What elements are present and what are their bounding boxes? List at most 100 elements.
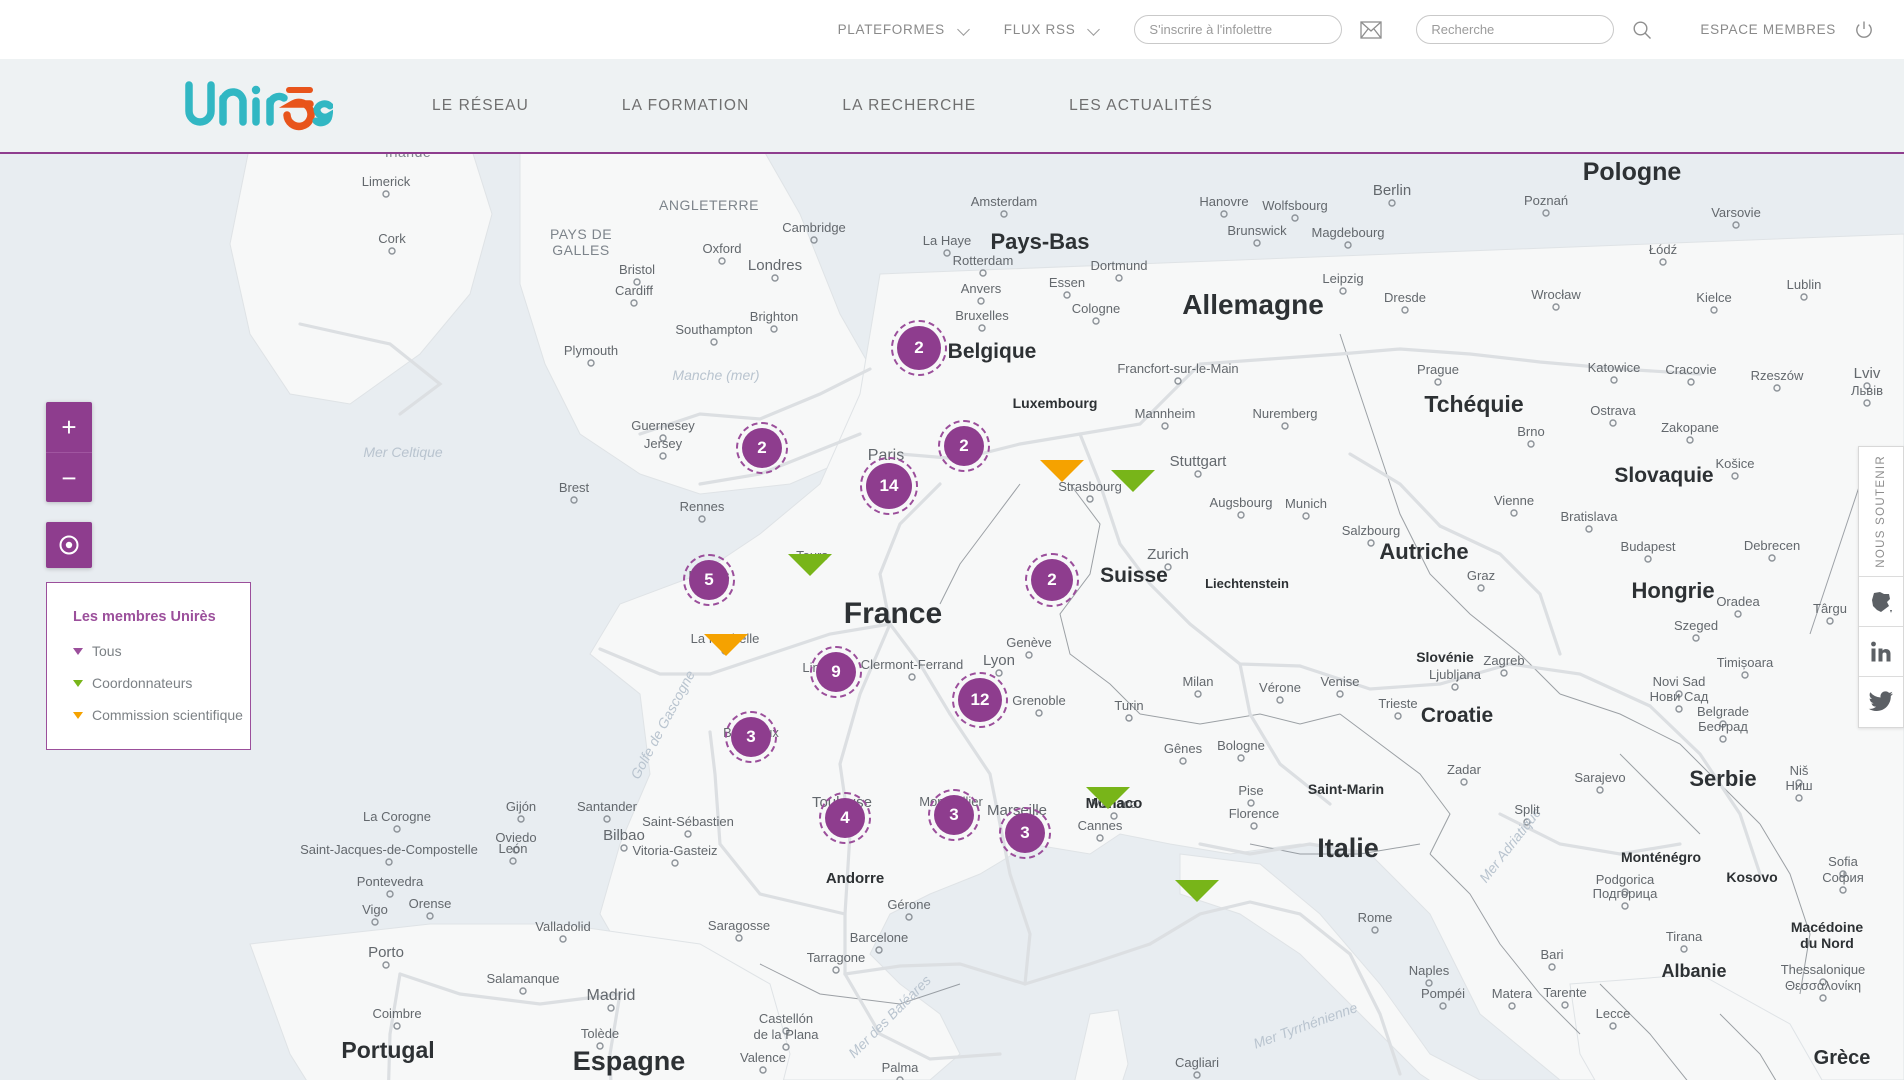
map-city-label: Łódź: [1649, 242, 1677, 257]
map-cluster-marker[interactable]: 3: [725, 711, 777, 763]
map-cluster-marker[interactable]: 3: [928, 789, 980, 841]
map-country-label: du Nord: [1800, 935, 1854, 951]
map-marker-triangle[interactable]: [704, 634, 748, 656]
map-city-label: Košice: [1715, 456, 1754, 471]
map-cluster-marker[interactable]: 12: [952, 672, 1008, 728]
logout-button[interactable]: [1854, 20, 1874, 40]
map-cluster-marker[interactable]: 2: [938, 420, 990, 472]
brand-nav-bar: LE RÉSEAU LA FORMATION LA RECHERCHE LES …: [0, 59, 1904, 152]
map-country-label: Espagne: [573, 1046, 686, 1076]
map-country-label: Italie: [1317, 833, 1379, 863]
map-city-label: Podgorica: [1596, 872, 1655, 887]
rss-label: FLUX RSS: [1003, 22, 1076, 37]
map-marker-triangle[interactable]: [1086, 787, 1130, 809]
map-city-label: Berlin: [1373, 182, 1411, 199]
map-marker-triangle[interactable]: [1111, 470, 1155, 492]
zoom-in-button[interactable]: +: [46, 402, 92, 452]
members-area-link[interactable]: ESPACE MEMBRES: [1700, 22, 1836, 37]
nav-item-recherche[interactable]: LA RECHERCHE: [842, 97, 976, 115]
newsletter-submit-button[interactable]: [1360, 20, 1383, 39]
nav-item-actualites[interactable]: LES ACTUALITÉS: [1069, 97, 1213, 115]
map-cluster-marker[interactable]: 3: [999, 807, 1051, 859]
map-city-label: Zurich: [1147, 546, 1189, 563]
newsletter-input[interactable]: [1134, 15, 1343, 44]
legend-item-commission-scientifique[interactable]: Commission scientifique: [73, 707, 250, 723]
twitter-link[interactable]: [1859, 677, 1903, 727]
map-city-label: Brno: [1517, 424, 1544, 439]
map-marker-triangle[interactable]: [788, 554, 832, 576]
map-cluster-marker[interactable]: 9: [810, 646, 862, 698]
map-city-label: Palma: [882, 1060, 920, 1075]
map-city-label: La Haye: [923, 233, 971, 248]
map-marker-triangle[interactable]: [1175, 880, 1219, 902]
map-country-label: Liechtenstein: [1205, 576, 1289, 591]
map-country-label: Luxembourg: [1013, 395, 1098, 411]
search-input[interactable]: [1416, 15, 1615, 44]
map-city-label: Castellón: [759, 1011, 813, 1026]
france-map-link[interactable]: [1859, 577, 1903, 627]
map-city-label: Wolfsbourg: [1262, 198, 1328, 213]
map-city-label: Cannes: [1078, 818, 1123, 833]
map-city-label: Gérone: [887, 897, 930, 912]
map-city-label: Lecce: [1596, 1006, 1631, 1021]
map-city-label: Katowice: [1588, 360, 1641, 375]
map-cluster-marker[interactable]: 5: [683, 554, 735, 606]
map-city-label: Trieste: [1378, 696, 1417, 711]
nav-item-reseau[interactable]: LE RÉSEAU: [432, 97, 529, 115]
cluster-count: 12: [958, 678, 1002, 722]
site-logo[interactable]: [183, 77, 334, 135]
map-country-label: Saint-Marin: [1308, 781, 1384, 797]
platforms-menu[interactable]: PLATEFORMES: [838, 22, 970, 37]
map-city-label: Zagreb: [1483, 653, 1524, 668]
map-country-label: Portugal: [341, 1037, 434, 1063]
linkedin-icon: [1871, 641, 1891, 661]
legend-marker-green-icon: [73, 679, 83, 687]
map-region-label: PAYS DE: [550, 226, 612, 242]
map-city-label: Split: [1514, 802, 1540, 817]
members-map[interactable]: Mer Celtique Manche (mer) Golfe de Gascogn…: [0, 152, 1904, 1080]
map-city-label: Ниш: [1785, 778, 1812, 793]
map-country-label: Allemagne: [1182, 289, 1324, 320]
legend-label-commission-scientifique: Commission scientifique: [92, 707, 243, 723]
map-city-label: Bologne: [1217, 738, 1265, 753]
map-city-label: Genève: [1006, 635, 1052, 650]
map-country-label: Pays-Bas: [990, 229, 1089, 254]
map-city-label: Mannheim: [1135, 406, 1196, 421]
map-cluster-marker[interactable]: 2: [1025, 553, 1079, 607]
map-city-label: Florence: [1229, 806, 1280, 821]
map-city-label: Cambridge: [782, 220, 846, 235]
legend-item-tous[interactable]: Tous: [73, 643, 250, 659]
legend-marker-orange-icon: [73, 711, 83, 719]
search-button[interactable]: [1632, 20, 1652, 40]
nav-item-formation[interactable]: LA FORMATION: [622, 97, 749, 115]
france-map-icon: [1872, 591, 1892, 613]
zoom-out-button[interactable]: −: [46, 452, 92, 502]
map-city-label: Londres: [748, 257, 802, 274]
support-us-button[interactable]: NOUS SOUTENIR: [1859, 447, 1903, 577]
map-city-label: Sofia: [1828, 854, 1858, 869]
map-city-label: Подгорица: [1593, 886, 1658, 901]
map-city-label: Thessalonique: [1781, 962, 1866, 977]
map-city-label: Vienne: [1494, 493, 1534, 508]
rss-menu[interactable]: FLUX RSS: [1004, 22, 1101, 37]
map-city-label: Ostrava: [1590, 403, 1636, 418]
map-city-label: Madrid: [587, 987, 636, 1004]
map-city-label: Nuremberg: [1252, 406, 1317, 421]
map-city-label: Matera: [1492, 986, 1533, 1001]
cluster-count: 9: [816, 652, 856, 692]
map-city-label: Salamanque: [487, 971, 560, 986]
map-sea-label: Manche (mer): [672, 367, 759, 383]
legend-item-coordonnateurs[interactable]: Coordonnateurs: [73, 675, 250, 691]
locate-me-button[interactable]: [46, 522, 92, 568]
map-cluster-marker[interactable]: 14: [860, 457, 918, 515]
map-cluster-marker[interactable]: 2: [736, 422, 788, 474]
map-marker-triangle[interactable]: [1040, 460, 1084, 482]
map-region-label: GALLES: [552, 242, 609, 258]
map-city-label: Plymouth: [564, 343, 618, 358]
map-cluster-marker[interactable]: 2: [891, 320, 947, 376]
map-cluster-marker[interactable]: 4: [819, 792, 871, 844]
linkedin-link[interactable]: [1859, 627, 1903, 677]
map-city-label: Southampton: [675, 322, 752, 337]
cluster-count: 2: [742, 428, 782, 468]
platforms-label: PLATEFORMES: [837, 22, 945, 37]
